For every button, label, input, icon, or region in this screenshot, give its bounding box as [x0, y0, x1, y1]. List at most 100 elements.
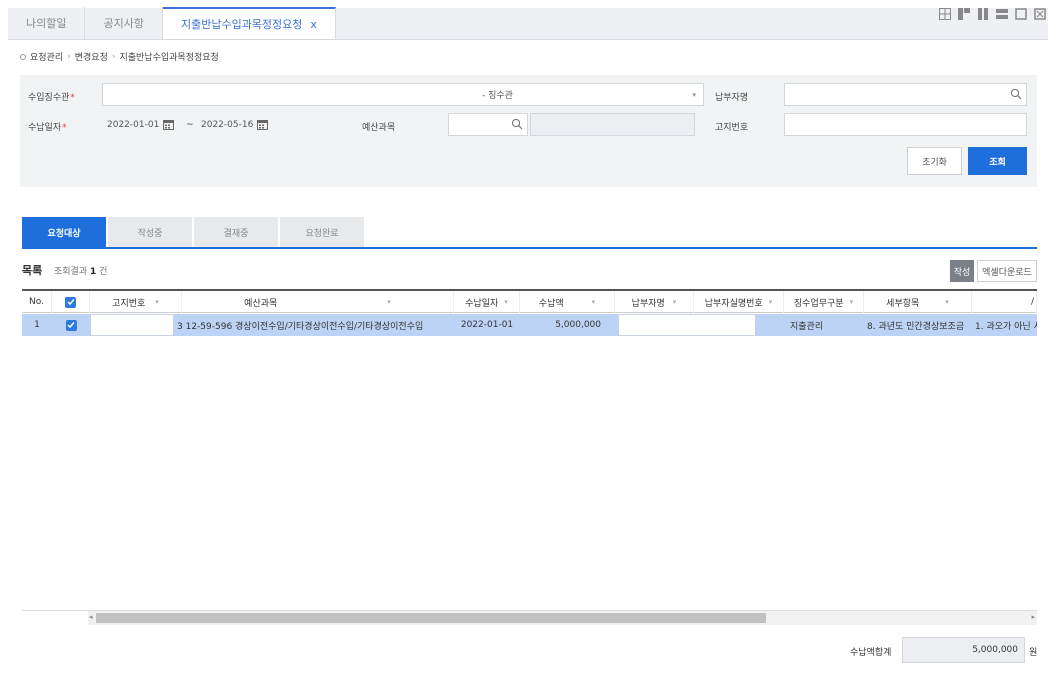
- grid-header: No. 고지번호 ▾ 예산과목 ▾ 수납일자 ▾ 수납액 ▾ 납부자명 ▾ 납부자실명번호…: [22, 291, 1037, 313]
- breadcrumb: 요청관리 › 변경요청 › 지출반납수입과목정정요청: [20, 50, 219, 63]
- list-title: 목록: [22, 264, 43, 277]
- calendar-icon[interactable]: [163, 119, 175, 130]
- total-amount-unit: 원: [1029, 648, 1038, 658]
- home-icon[interactable]: [20, 53, 26, 60]
- column-header-amount[interactable]: 수납액 ▾: [520, 291, 615, 313]
- sort-icon: ▾: [768, 298, 773, 306]
- scrollbar-thumb[interactable]: [96, 613, 766, 623]
- reset-button[interactable]: 초기화: [907, 147, 962, 175]
- excel-download-button[interactable]: 엑셀다운로드: [977, 260, 1037, 282]
- sort-icon: ▾: [849, 298, 854, 306]
- tab-writing[interactable]: 작성중: [108, 217, 192, 247]
- row-checkbox-cell[interactable]: [52, 314, 90, 336]
- date-separator: ~: [186, 120, 194, 130]
- layout-rows-icon[interactable]: [996, 8, 1008, 20]
- search-form: 수입징수관* - 징수관 ▾ 납부자명 수납일자* 2022-01-01 ~ 2…: [20, 75, 1037, 187]
- layout-grid-icon[interactable]: [939, 8, 951, 20]
- tab-label: 지출반납수입과목정정요청: [180, 18, 303, 31]
- breadcrumb-current: 지출반납수입과목정정요청: [119, 53, 219, 63]
- maximize-icon[interactable]: [1015, 8, 1027, 20]
- column-header-payer-id[interactable]: 납부자실명번호 ▾: [694, 291, 784, 313]
- receipt-date-label: 수납일자*: [28, 123, 67, 133]
- row-date: 2022-01-01: [460, 320, 514, 330]
- checkmark-icon: [67, 322, 75, 329]
- date-from-field[interactable]: 2022-01-01: [102, 113, 182, 136]
- row-checkbox[interactable]: [65, 319, 77, 331]
- total-amount-label: 수납액합계: [850, 648, 892, 658]
- tab-request-target[interactable]: 요청대상: [22, 217, 106, 247]
- budget-code-input[interactable]: [448, 113, 528, 136]
- column-header-detail[interactable]: 세부항목 ▾: [864, 291, 972, 313]
- search-icon[interactable]: [1010, 88, 1022, 100]
- column-header-date[interactable]: 수납일자 ▾: [454, 291, 520, 313]
- close-icon[interactable]: x: [310, 18, 317, 31]
- tab-label: 나의할일: [26, 17, 67, 30]
- row-detail: 8. 과년도 민간경상보조금: [867, 321, 965, 332]
- sort-icon: ▾: [387, 298, 391, 306]
- data-grid: No. 고지번호 ▾ 예산과목 ▾ 수납일자 ▾ 수납액 ▾ 납부자명 ▾ 납부자실명번호…: [22, 289, 1037, 611]
- row-budget: 3 12-59-596 경상이전수입/기타경상이전수입/기타경상이전수입: [177, 321, 424, 332]
- date-from-value: 2022-01-01: [107, 119, 160, 130]
- column-header-reason[interactable]: /: [972, 291, 1037, 313]
- breadcrumb-separator: ›: [111, 51, 116, 62]
- row-no: 1: [34, 320, 40, 330]
- sort-icon: ▾: [672, 298, 677, 306]
- calendar-icon[interactable]: [257, 119, 269, 130]
- table-row[interactable]: 1 3 12-59-596 경상이전수입/기타경상이전수입/기타경상이전수입 2…: [22, 314, 1037, 336]
- tab-notices[interactable]: 공지사항: [85, 7, 163, 39]
- tab-correction-request[interactable]: 지출반납수입과목정정요청 x: [162, 7, 336, 39]
- result-count: 조회결과 1 건: [54, 267, 108, 277]
- row-payer-id: [756, 314, 784, 336]
- collector-label: 수입징수관*: [28, 93, 75, 103]
- column-header-checkbox[interactable]: [52, 291, 90, 313]
- row-task: 지출관리: [790, 321, 824, 332]
- tab-approval[interactable]: 결재중: [194, 217, 278, 247]
- payer-input[interactable]: [784, 83, 1027, 106]
- layout-split-icon[interactable]: [958, 8, 970, 20]
- breadcrumb-item[interactable]: 요청관리: [30, 50, 63, 63]
- status-tabs: 요청대상 작성중 결재중 요청완료: [22, 217, 364, 247]
- row-notice-no[interactable]: [90, 314, 174, 336]
- budget-name-field: [530, 113, 695, 136]
- collector-select-value: - 징수관: [482, 91, 513, 101]
- tab-completed[interactable]: 요청완료: [280, 217, 364, 247]
- write-button[interactable]: 작성: [950, 260, 974, 282]
- row-payer[interactable]: [618, 314, 756, 336]
- layout-columns-icon[interactable]: [977, 8, 989, 20]
- notice-input[interactable]: [784, 113, 1027, 136]
- total-amount-value: 5,000,000: [902, 637, 1025, 663]
- row-amount: 5,000,000: [555, 320, 601, 330]
- sort-icon: ▾: [945, 298, 949, 306]
- toolbar-icons: [939, 8, 1046, 20]
- payer-label: 납부자명: [715, 93, 749, 103]
- search-icon[interactable]: [511, 118, 523, 130]
- collector-input[interactable]: [102, 83, 477, 106]
- budget-label: 예산과목: [362, 123, 396, 133]
- breadcrumb-separator: ›: [67, 51, 71, 62]
- checkmark-icon: [66, 299, 75, 306]
- scroll-left-icon[interactable]: ◂: [89, 613, 93, 621]
- chevron-down-icon: ▾: [692, 90, 696, 99]
- search-button[interactable]: 조회: [968, 147, 1027, 175]
- date-to-value: 2022-05-16: [201, 119, 254, 130]
- sort-icon: ▾: [504, 298, 508, 306]
- select-all-checkbox[interactable]: [65, 296, 76, 308]
- close-window-icon[interactable]: [1034, 8, 1046, 20]
- top-tab-bar: 나의할일 공지사항 지출반납수입과목정정요청 x: [8, 7, 1048, 40]
- tab-label: 공지사항: [103, 17, 144, 30]
- row-reason: 1. 과오가 아닌 사유: [975, 321, 1037, 332]
- notice-label: 고지번호: [715, 123, 749, 133]
- column-header-notice-no[interactable]: 고지번호 ▾: [90, 291, 182, 313]
- tab-my-tasks[interactable]: 나의할일: [8, 7, 86, 39]
- date-to-field[interactable]: 2022-05-16: [196, 113, 284, 136]
- sort-icon: ▾: [155, 298, 159, 306]
- scroll-right-icon[interactable]: ▸: [1031, 613, 1035, 621]
- column-header-no: No.: [22, 291, 52, 313]
- breadcrumb-item[interactable]: 변경요청: [75, 50, 108, 63]
- horizontal-scrollbar[interactable]: ◂ ▸: [88, 611, 1037, 625]
- column-header-task[interactable]: 징수업무구분 ▾: [784, 291, 864, 313]
- column-header-budget[interactable]: 예산과목 ▾: [182, 291, 454, 313]
- column-header-payer[interactable]: 납부자명 ▾: [615, 291, 694, 313]
- sort-icon: ▾: [591, 298, 596, 306]
- collector-select[interactable]: - 징수관 ▾: [477, 83, 704, 106]
